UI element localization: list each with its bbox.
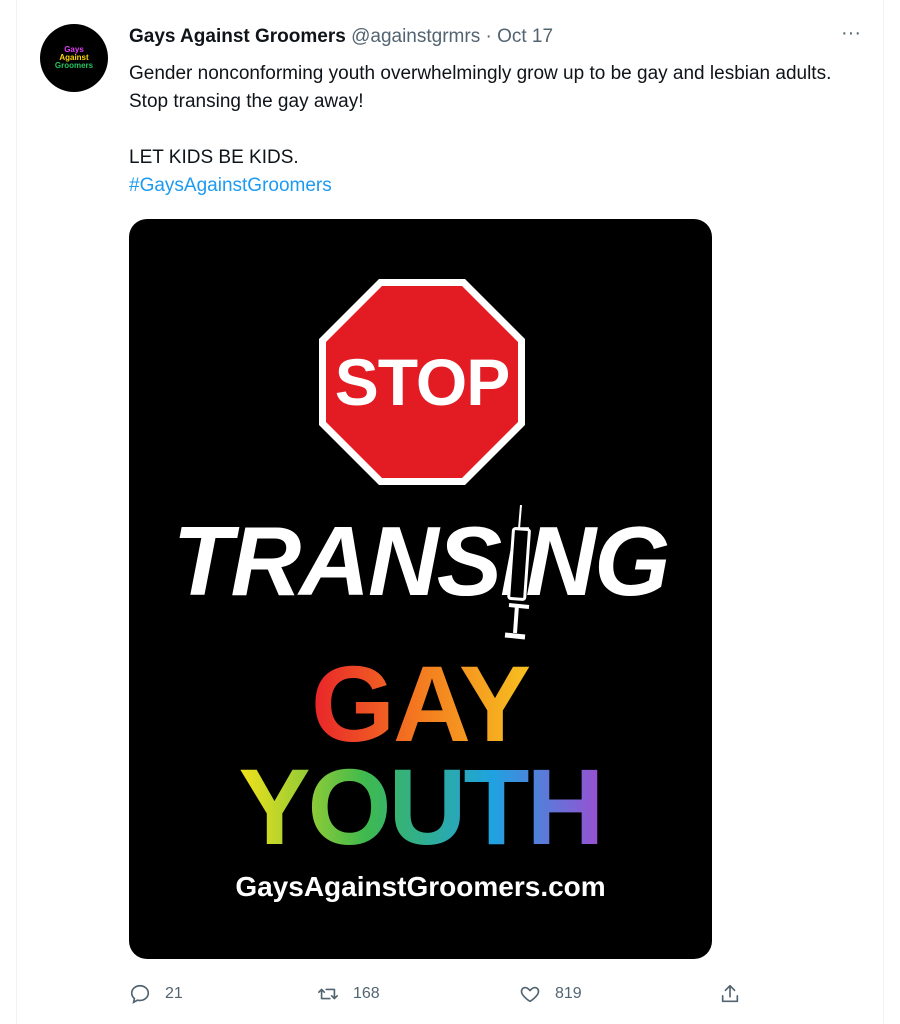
reply-icon bbox=[130, 984, 150, 1004]
avatar-line-3: Groomers bbox=[54, 61, 94, 70]
avatar[interactable]: Gays Against Groomers bbox=[40, 24, 108, 92]
stop-sign-text: STOP bbox=[334, 345, 511, 419]
share-button[interactable] bbox=[719, 980, 755, 1008]
separator: · bbox=[485, 26, 492, 47]
author-handle[interactable]: @againstgrmrs bbox=[351, 26, 480, 47]
more-options-button[interactable]: ··· bbox=[838, 23, 864, 46]
tweet-text-line-1: Gender nonconforming youth overwhelmingl… bbox=[129, 63, 832, 112]
headline-transing: TRANSING bbox=[172, 506, 671, 616]
youth-text-graphic: YOUTH bbox=[239, 752, 605, 862]
retweet-icon bbox=[318, 988, 338, 1000]
tweet-text-line-2: LET KIDS BE KIDS. bbox=[129, 147, 299, 168]
gay-text-graphic: GAY bbox=[311, 649, 532, 759]
reply-count: 21 bbox=[165, 985, 183, 1002]
retweet-button[interactable]: 168 bbox=[317, 980, 380, 1008]
syringe-icon bbox=[504, 505, 531, 640]
like-icon bbox=[520, 986, 540, 1003]
word-gay: GAY bbox=[311, 649, 530, 759]
retweet-count: 168 bbox=[353, 985, 380, 1002]
share-icon bbox=[721, 984, 739, 1003]
hashtag-link[interactable]: #GaysAgainstGroomers bbox=[129, 175, 332, 196]
tweet-date[interactable]: Oct 17 bbox=[497, 26, 553, 47]
tweet-text: Gender nonconforming youth overwhelmingl… bbox=[129, 60, 869, 200]
stop-sign: STOP bbox=[317, 277, 527, 487]
tweet-media-image[interactable]: STOP TRANSING GAY YOUTH GaysAgainstGroom… bbox=[129, 219, 712, 959]
website-text: GaysAgainstGroomers.com bbox=[235, 871, 606, 902]
tweet-actions: 21 168 819 bbox=[129, 980, 749, 1008]
word-youth: YOUTH bbox=[239, 752, 602, 862]
like-button[interactable]: 819 bbox=[519, 980, 582, 1008]
author-name[interactable]: Gays Against Groomers bbox=[129, 26, 346, 47]
reply-button[interactable]: 21 bbox=[129, 980, 183, 1008]
tweet-header: Gays Against Groomers @againstgrmrs · Oc… bbox=[129, 26, 553, 48]
like-count: 819 bbox=[555, 985, 582, 1002]
